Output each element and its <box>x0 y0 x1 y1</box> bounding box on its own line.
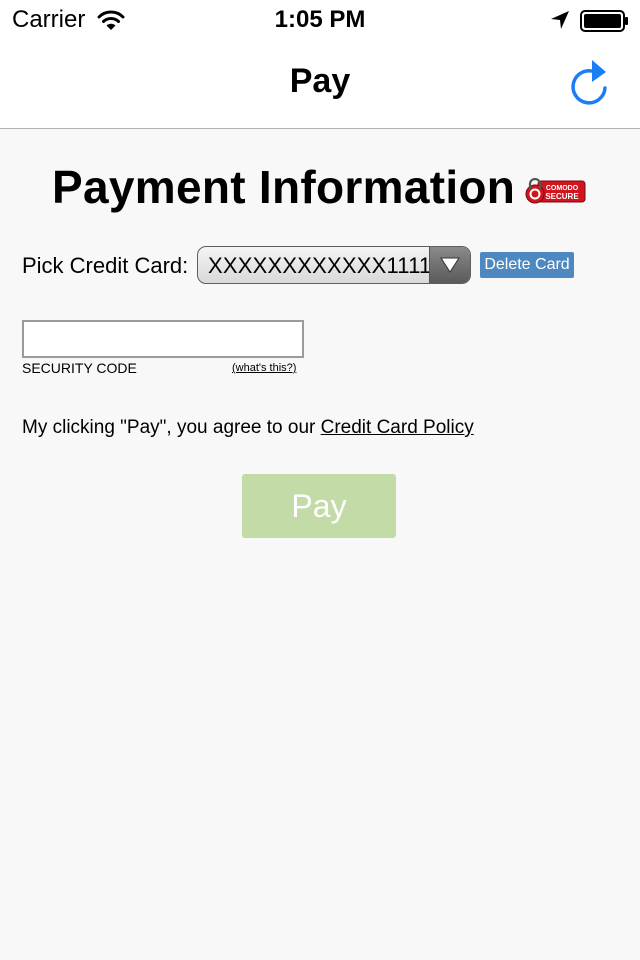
pick-card-label: Pick Credit Card: <box>22 253 189 278</box>
refresh-icon[interactable] <box>566 58 612 108</box>
security-code-input[interactable] <box>22 320 304 358</box>
card-picker-row: Pick Credit Card: XXXXXXXXXXXX1111 Delet… <box>22 246 622 288</box>
agreement-text: My clicking "Pay", you agree to our Cred… <box>22 417 474 439</box>
navigation-bar: Pay <box>0 40 640 129</box>
page-heading: Payment Information <box>52 161 516 213</box>
status-time: 1:05 PM <box>274 6 366 33</box>
screen: Carrier 1:05 PM Pay Payment Information <box>0 0 640 960</box>
heading-row: Payment Information COMODO SECURE <box>0 160 640 220</box>
chevron-down-icon[interactable] <box>429 247 470 283</box>
credit-card-policy-link[interactable]: Credit Card Policy <box>321 417 474 438</box>
credit-card-select-value: XXXXXXXXXXXX1111 <box>208 253 432 278</box>
nav-title: Pay <box>289 62 351 100</box>
location-icon <box>551 11 569 29</box>
pay-button[interactable]: Pay <box>242 474 396 538</box>
comodo-secure-seal: COMODO SECURE <box>525 178 586 204</box>
svg-text:SECURE: SECURE <box>545 192 579 201</box>
svg-text:COMODO: COMODO <box>546 185 579 192</box>
whats-this-link[interactable]: (what's this?) <box>232 362 296 374</box>
delete-card-button[interactable]: Delete Card <box>480 252 574 278</box>
credit-card-select[interactable]: XXXXXXXXXXXX1111 <box>197 246 471 284</box>
status-bar: Carrier 1:05 PM <box>0 0 640 40</box>
agreement-sentence: My clicking "Pay", you agree to our <box>22 417 316 438</box>
battery-icon <box>580 10 628 32</box>
security-code-label: SECURITY CODE <box>22 360 137 376</box>
